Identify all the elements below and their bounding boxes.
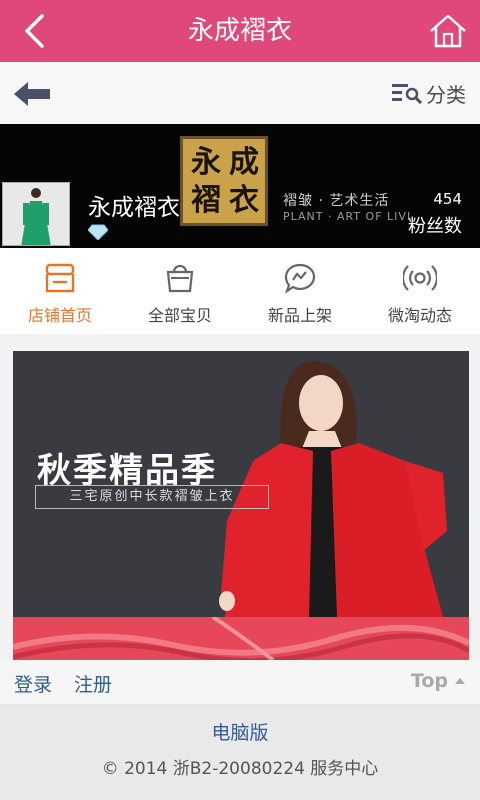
sub-nav-bar: 分类 [0, 62, 480, 125]
logo-char: 衣 [229, 183, 259, 218]
banner-area: 秋季精品季 三宅原创中长款褶皱上衣 [0, 334, 480, 660]
logo-char: 永 [191, 145, 221, 180]
register-link[interactable]: 注册 [74, 670, 112, 697]
fabric-pleats-image [13, 617, 469, 660]
fans-count: 454 [433, 190, 462, 208]
home-button[interactable] [428, 12, 468, 50]
tab-label: 微淘动态 [387, 306, 452, 325]
model-photo [3, 183, 69, 245]
tab-all-items[interactable]: 全部宝贝 [120, 248, 240, 334]
banner-subtitle: 三宅原创中长款褶皱上衣 [35, 485, 269, 509]
tab-store-home[interactable]: 店铺首页 [0, 248, 120, 334]
store-header: 永 成 褶 衣 褶皱 · 艺术生活 PLANT · ART OF LIVI 永成… [0, 124, 480, 248]
fans-label: 粉丝数 [408, 216, 462, 237]
pc-version-link[interactable]: 电脑版 [0, 718, 480, 745]
promo-banner[interactable]: 秋季精品季 三宅原创中长款褶皱上衣 [13, 351, 469, 617]
tab-label: 新品上架 [267, 306, 332, 325]
logo-char: 成 [229, 145, 259, 180]
top-label: Top [410, 670, 448, 692]
login-link[interactable]: 登录 [14, 670, 52, 697]
copyright-text: © 2014 浙B2-20080224 服务中心 [101, 759, 379, 779]
store-icon [45, 263, 75, 293]
store-avatar[interactable] [2, 182, 70, 246]
store-logo: 永 成 褶 衣 [180, 136, 268, 226]
broadcast-icon [403, 265, 437, 291]
promo-strip[interactable] [13, 617, 469, 660]
tab-weitao-feed[interactable]: 微淘动态 [360, 248, 480, 334]
tab-new-arrivals[interactable]: 新品上架 [240, 248, 360, 334]
bag-icon [166, 264, 194, 293]
tab-label: 全部宝贝 [147, 306, 212, 325]
caret-up-icon [455, 678, 465, 684]
tab-label: 店铺首页 [27, 306, 92, 325]
logo-char: 褶 [191, 183, 221, 218]
diamond-icon [88, 224, 108, 240]
footer-bar: 登录 注册 Top [0, 660, 480, 705]
store-slogan: 褶皱 · 艺术生活 [283, 193, 390, 209]
fans-counter: 454 粉丝数 [408, 190, 462, 238]
back-to-top-button[interactable]: Top [411, 670, 466, 692]
home-icon [430, 14, 466, 48]
store-tabs: 店铺首页 全部宝贝 新品上架 微淘动态 [0, 248, 480, 335]
category-button[interactable]: 分类 [392, 78, 466, 108]
page-title: 永成褶衣 [187, 16, 292, 46]
store-name: 永成褶衣 [88, 195, 180, 221]
back-arrow-button[interactable] [14, 80, 52, 108]
store-slogan-en: PLANT · ART OF LIVI [283, 210, 412, 223]
header-bar: 永成褶衣 [0, 0, 480, 62]
arrow-left-icon [14, 82, 50, 106]
category-search-icon [392, 84, 422, 104]
chat-bubble-icon [284, 263, 316, 294]
category-label: 分类 [426, 82, 466, 107]
